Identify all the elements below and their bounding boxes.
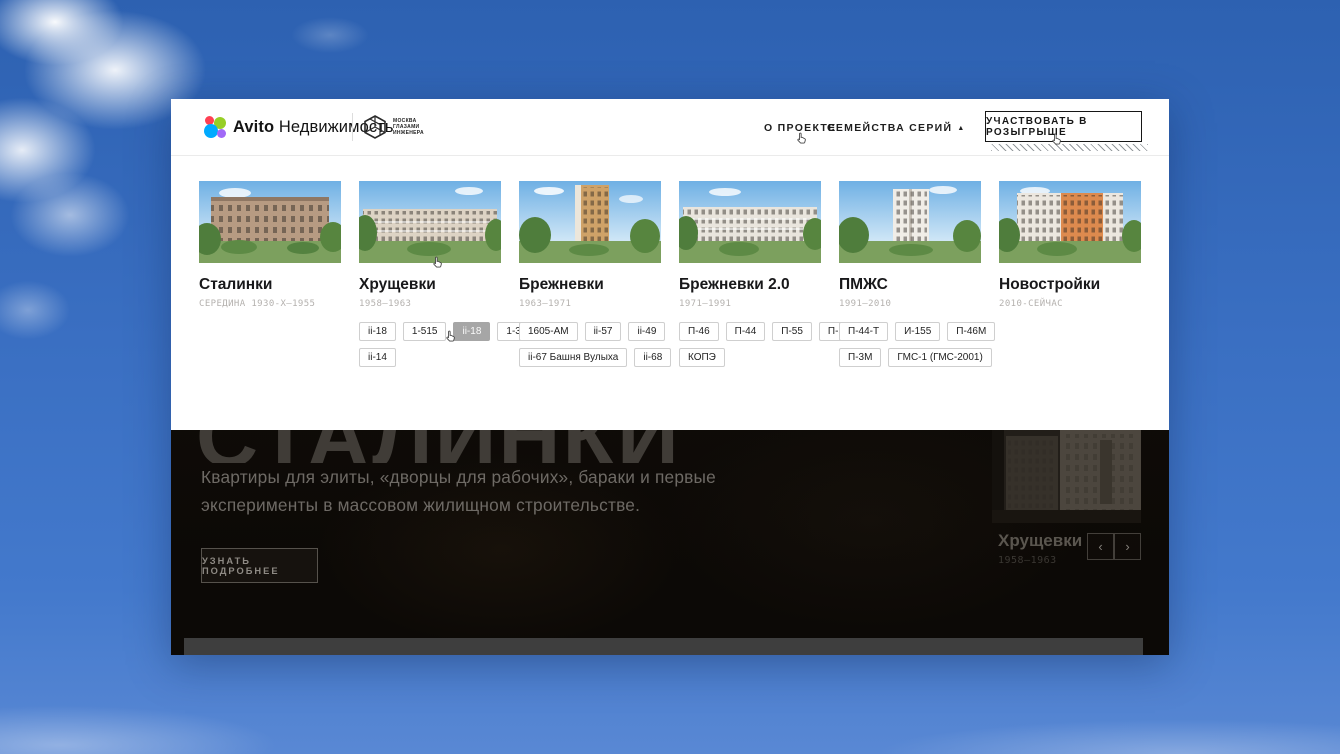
menu-column-khrushchevki: Хрущевки 1958–1963 ii-18 1-515 ii-18 1-3… <box>359 181 541 374</box>
next-slide-button[interactable]: › <box>1114 533 1141 560</box>
site-header: Avito Недвижимость МОСКВА ГЛАЗАМИ ИНЖЕНЕ… <box>171 99 1169 156</box>
series-tag-hovered[interactable]: ii-18 <box>453 322 491 341</box>
next-slide-photo[interactable] <box>992 430 1141 523</box>
column-years: 2010-СЕЙЧАС <box>999 299 1064 309</box>
column-years: 1991–2010 <box>839 299 892 309</box>
hero-section: СТАЛИНКИ Квартиры для элиты, «дворцы для… <box>171 430 1169 655</box>
column-years: 1963–1971 <box>519 299 572 309</box>
series-tag[interactable]: ii-68 <box>634 348 672 367</box>
series-tag[interactable]: 1-515 <box>402 322 447 341</box>
column-years: 1971–1991 <box>679 299 732 309</box>
raffle-button[interactable]: УЧАСТВОВАТЬ В РОЗЫГРЫШЕ <box>985 111 1142 142</box>
series-tag[interactable]: ii-18 <box>359 322 396 341</box>
brezhnevki-photo[interactable] <box>519 181 661 263</box>
series-tag[interactable]: И-155 <box>895 322 941 341</box>
impossible-cube-icon <box>364 115 386 139</box>
column-title[interactable]: Сталинки <box>199 276 341 294</box>
menu-column-novostroyki: Новостройки 2010-СЕЙЧАС <box>999 181 1141 309</box>
series-tags: П-46 П-44 П-55 П-3 КОПЭ <box>679 322 854 367</box>
series-tag[interactable]: П-55 <box>772 322 812 341</box>
series-tag[interactable]: ГМС-1 (ГМС-2001) <box>888 348 992 367</box>
series-tags: ii-18 1-515 ii-18 1-335 ii-14 <box>359 322 541 367</box>
prev-slide-button[interactable]: ‹ <box>1087 533 1114 560</box>
header-divider <box>352 113 353 141</box>
column-title[interactable]: Новостройки <box>999 276 1141 294</box>
column-title[interactable]: Хрущевки <box>359 276 501 294</box>
bottom-section-bar <box>184 638 1143 655</box>
raffle-button-hatch-shadow <box>991 144 1148 151</box>
series-tag[interactable]: П-44 <box>725 322 766 341</box>
series-tags: 1605-АМ ii-57 ii-49 ii-67 Башня Вулыха i… <box>519 322 672 367</box>
brezhnevki-2-photo[interactable] <box>679 181 821 263</box>
learn-more-button[interactable]: УЗНАТЬ ПОДРОБНЕЕ <box>201 548 318 583</box>
hero-heading-clip: СТАЛИНКИ <box>196 430 836 463</box>
hero-heading: СТАЛИНКИ <box>196 430 836 463</box>
column-years: СЕРЕДИНА 1930-Х–1955 <box>199 299 316 309</box>
series-tag[interactable]: 1605-АМ <box>519 322 578 341</box>
pmzhs-photo[interactable] <box>839 181 981 263</box>
next-slide-title[interactable]: Хрущевки <box>998 531 1082 551</box>
series-tag[interactable]: П-44-Т <box>839 322 889 341</box>
next-slide-years: 1958–1963 <box>998 555 1057 566</box>
nav-item-series[interactable]: СЕМЕЙСТВА СЕРИЙ ▲ <box>827 122 966 134</box>
series-tag[interactable]: П-46М <box>947 322 996 341</box>
column-title[interactable]: Брежневки <box>519 276 661 294</box>
avito-logo-icon <box>204 116 226 138</box>
series-tags: П-44-Т И-155 П-46М П-3М ГМС-1 (ГМС-2001) <box>839 322 996 367</box>
collapse-arrow-icon: ▲ <box>957 125 966 132</box>
novostroyki-photo[interactable] <box>999 181 1141 263</box>
stalinki-photo[interactable] <box>199 181 341 263</box>
series-tag[interactable]: ii-57 <box>584 322 622 341</box>
series-tag[interactable]: П-3М <box>839 348 882 367</box>
series-tag[interactable]: ii-14 <box>359 348 396 367</box>
menu-column-pmzhs: ПМЖС 1991–2010 П-44-Т И-155 П-46М П-3М Г… <box>839 181 996 374</box>
series-tag[interactable]: ii-49 <box>628 322 666 341</box>
menu-column-brezhnevki: Брежневки 1963–1971 1605-АМ ii-57 ii-49 … <box>519 181 672 374</box>
series-tag[interactable]: ii-67 Башня Вулыха <box>519 348 628 367</box>
khrushchevki-photo[interactable] <box>359 181 501 263</box>
column-years: 1958–1963 <box>359 299 412 309</box>
hero-description: Квартиры для элиты, «дворцы для рабочих»… <box>201 467 716 515</box>
menu-column-stalinki: Сталинки СЕРЕДИНА 1930-Х–1955 <box>199 181 341 309</box>
partner-logo[interactable]: МОСКВА ГЛАЗАМИ ИНЖЕНЕРА <box>362 114 424 140</box>
series-tag[interactable]: П-46 <box>679 322 719 341</box>
browser-viewport: Avito Недвижимость МОСКВА ГЛАЗАМИ ИНЖЕНЕ… <box>171 99 1169 655</box>
menu-column-brezhnevki-2: Брежневки 2.0 1971–1991 П-46 П-44 П-55 П… <box>679 181 854 374</box>
column-title[interactable]: Брежневки 2.0 <box>679 276 821 294</box>
series-mega-menu: Сталинки СЕРЕДИНА 1930-Х–1955 Хрущевки 1… <box>171 157 1169 430</box>
series-tag[interactable]: КОПЭ <box>679 348 725 367</box>
partner-logo-text: МОСКВА ГЛАЗАМИ ИНЖЕНЕРА <box>393 118 424 136</box>
column-title[interactable]: ПМЖС <box>839 276 981 294</box>
nav-item-about[interactable]: О ПРОЕКТЕ <box>764 122 836 134</box>
